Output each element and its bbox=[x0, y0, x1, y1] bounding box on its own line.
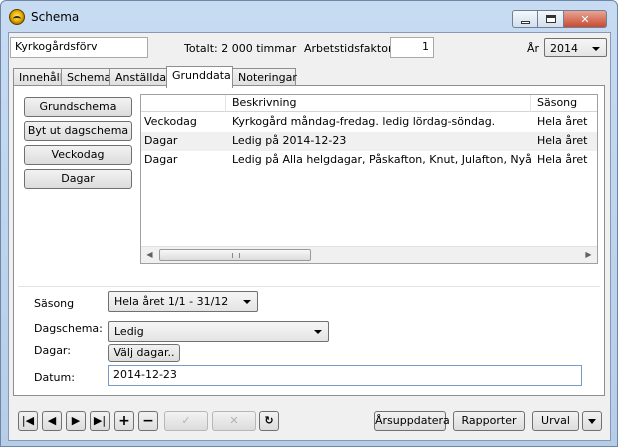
app-logo-icon bbox=[9, 9, 25, 25]
selection-dropdown-button[interactable] bbox=[582, 411, 602, 431]
refresh-button[interactable]: ↻ bbox=[259, 411, 279, 431]
date-input[interactable]: 2014-12-23 bbox=[108, 365, 582, 386]
close-icon: ✕ bbox=[580, 12, 590, 26]
remove-button[interactable]: − bbox=[138, 411, 158, 431]
column-header-type[interactable] bbox=[141, 95, 226, 112]
window-controls: ✕ bbox=[512, 10, 607, 28]
days-label: Dagar: bbox=[34, 344, 71, 357]
cross-icon: ✕ bbox=[229, 414, 239, 427]
last-record-icon: ▶| bbox=[93, 414, 107, 427]
date-label: Datum: bbox=[34, 371, 75, 384]
column-header-description[interactable]: Beskrivning bbox=[226, 95, 531, 112]
cell-description: Ledig på 2014-12-23 bbox=[232, 134, 347, 147]
dayschema-value: Ledig bbox=[114, 325, 144, 338]
season-label: Säsong bbox=[34, 297, 75, 310]
tab-grunddata[interactable]: Grunddata bbox=[166, 66, 233, 88]
tab-innehall[interactable]: Innehåll bbox=[13, 68, 63, 86]
tab-anstallda[interactable]: Anställda bbox=[109, 68, 167, 86]
grunddata-panel: Grundschema Byt ut dagschema Veckodag Da… bbox=[13, 85, 605, 396]
grundschema-button[interactable]: Grundschema bbox=[24, 97, 132, 117]
last-record-button[interactable]: ▶| bbox=[90, 411, 110, 431]
dayschema-label: Dagschema: bbox=[34, 322, 103, 335]
maximize-button[interactable] bbox=[538, 10, 564, 28]
table-row[interactable]: Dagar Ledig på 2014-12-23 Hela året bbox=[141, 132, 597, 151]
cell-description: Kyrkogård måndag-fredag. ledig lördag-sö… bbox=[232, 115, 496, 128]
scrollbar-thumb[interactable] bbox=[159, 249, 311, 261]
next-record-button[interactable]: ▶ bbox=[66, 411, 86, 431]
close-button[interactable]: ✕ bbox=[564, 10, 607, 28]
cell-type: Veckodag bbox=[144, 115, 197, 128]
tab-schema[interactable]: Schema bbox=[61, 68, 111, 86]
scroll-right-icon[interactable]: ▶ bbox=[580, 247, 597, 263]
cell-type: Dagar bbox=[144, 134, 178, 147]
minimize-icon bbox=[520, 20, 530, 24]
table-header: Beskrivning Säsong bbox=[141, 95, 597, 112]
year-label: År bbox=[527, 42, 540, 55]
divider bbox=[18, 286, 600, 287]
update-year-button[interactable]: Årsuppdatera bbox=[374, 411, 450, 431]
chevron-down-icon bbox=[588, 418, 596, 424]
window-title: Schema bbox=[31, 10, 80, 24]
confirm-button[interactable]: ✓ bbox=[164, 411, 208, 431]
first-record-icon: |◀ bbox=[21, 414, 35, 427]
choose-days-button[interactable]: Välj dagar.. bbox=[108, 344, 180, 362]
work-factor-field[interactable]: 1 bbox=[390, 37, 434, 58]
year-value: 2014 bbox=[550, 42, 578, 55]
rules-table: Beskrivning Säsong Veckodag Kyrkogård må… bbox=[140, 94, 598, 264]
grip-icon bbox=[232, 253, 240, 258]
cell-season: Hela året bbox=[537, 134, 588, 147]
next-record-icon: ▶ bbox=[71, 414, 81, 427]
previous-record-icon: ◀ bbox=[47, 414, 57, 427]
year-select[interactable]: 2014 bbox=[544, 38, 607, 57]
chevron-down-icon bbox=[592, 47, 600, 51]
tab-noteringar[interactable]: Noteringar bbox=[232, 68, 297, 86]
cancel-edit-button[interactable]: ✕ bbox=[212, 411, 256, 431]
remove-icon: − bbox=[142, 413, 154, 429]
previous-record-button[interactable]: ◀ bbox=[42, 411, 62, 431]
chevron-down-icon bbox=[243, 300, 251, 304]
column-header-season[interactable]: Säsong bbox=[531, 95, 597, 112]
days-button[interactable]: Dagar bbox=[24, 169, 132, 189]
work-factor-label: Arbetstidsfaktor: bbox=[304, 42, 396, 55]
season-value: Hela året 1/1 - 31/12 bbox=[114, 295, 229, 308]
cell-description: Ledig på Alla helgdagar, Påskafton, Knut… bbox=[232, 153, 532, 166]
title-bar[interactable]: Schema ✕ bbox=[1, 1, 617, 33]
maximize-icon bbox=[545, 15, 556, 23]
selection-button[interactable]: Urval bbox=[532, 411, 579, 431]
horizontal-scrollbar[interactable]: ◀ ▶ bbox=[141, 246, 597, 263]
table-row[interactable]: Dagar Ledig på Alla helgdagar, Påskafton… bbox=[141, 151, 597, 170]
cell-season: Hela året bbox=[537, 153, 588, 166]
schema-window: Schema ✕ Kyrkogårdsförv Totalt: 2 000 ti… bbox=[0, 0, 618, 447]
unit-name-field[interactable]: Kyrkogårdsförv bbox=[10, 37, 148, 58]
refresh-icon: ↻ bbox=[264, 414, 274, 427]
cell-season: Hela året bbox=[537, 115, 588, 128]
dayschema-select[interactable]: Ledig bbox=[108, 321, 329, 342]
replace-dayschema-button[interactable]: Byt ut dagschema bbox=[24, 121, 132, 141]
cell-type: Dagar bbox=[144, 153, 178, 166]
scroll-left-icon[interactable]: ◀ bbox=[141, 247, 158, 263]
add-button[interactable]: + bbox=[114, 411, 134, 431]
first-record-button[interactable]: |◀ bbox=[18, 411, 38, 431]
chevron-down-icon bbox=[314, 330, 322, 334]
reports-button[interactable]: Rapporter bbox=[453, 411, 525, 431]
add-icon: + bbox=[118, 413, 130, 429]
weekday-button[interactable]: Veckodag bbox=[24, 145, 132, 165]
client-area: Kyrkogårdsförv Totalt: 2 000 timmar Arbe… bbox=[8, 32, 611, 441]
season-select[interactable]: Hela året 1/1 - 31/12 bbox=[108, 291, 258, 312]
table-row[interactable]: Veckodag Kyrkogård måndag-fredag. ledig … bbox=[141, 113, 597, 132]
minimize-button[interactable] bbox=[512, 10, 538, 28]
total-hours-label: Totalt: 2 000 timmar bbox=[184, 42, 297, 55]
checkmark-icon: ✓ bbox=[181, 414, 191, 427]
